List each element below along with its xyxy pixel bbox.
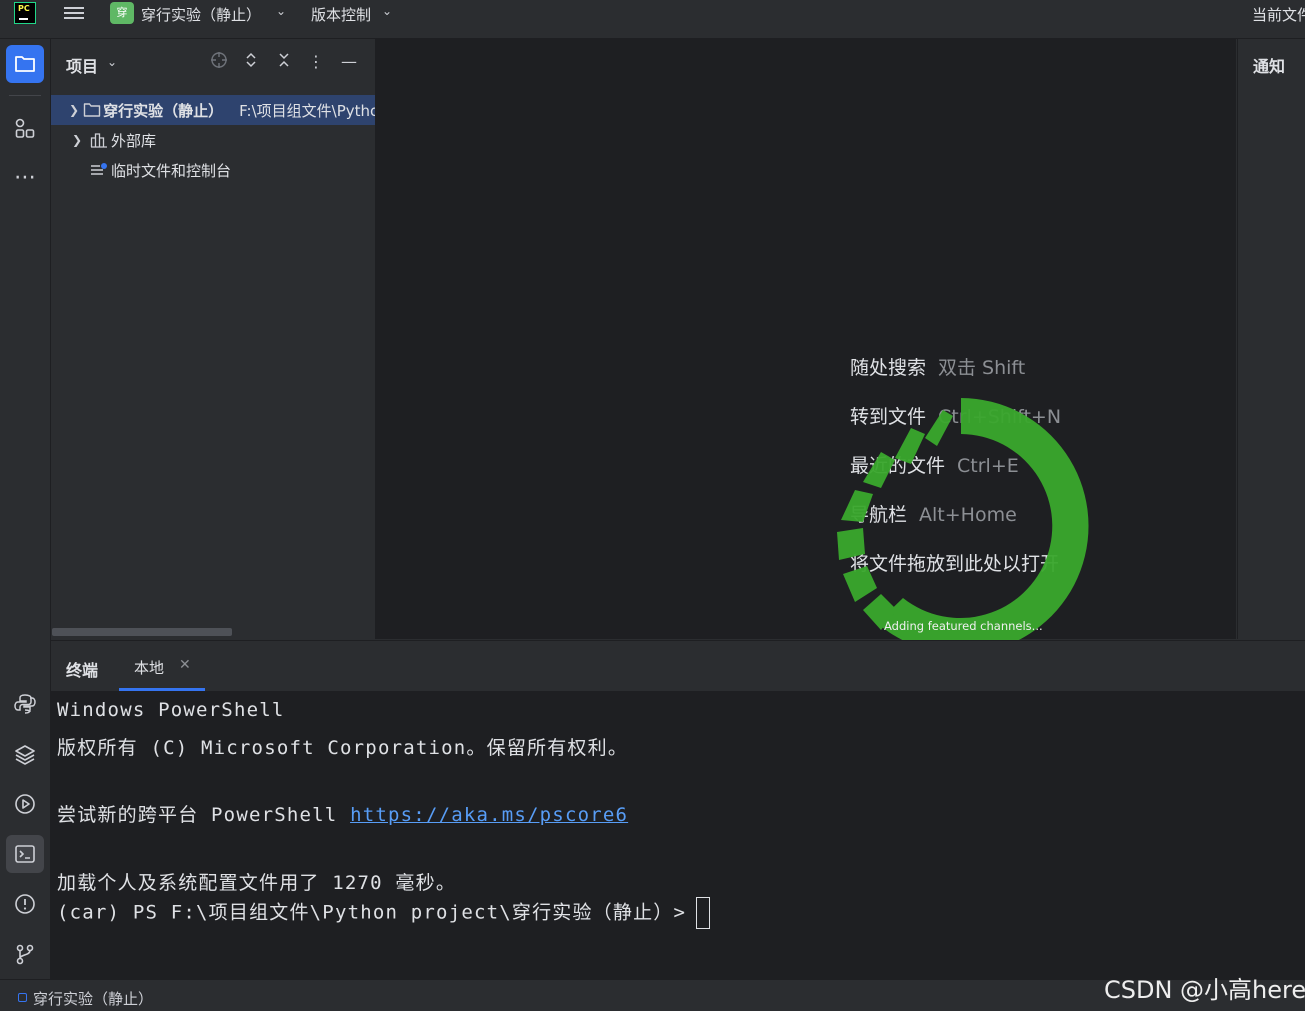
chevron-right-icon[interactable]: ❯ (69, 103, 79, 117)
terminal-cursor[interactable] (696, 897, 711, 929)
terminal-line: 加载个人及系统配置文件用了 1270 毫秒。 (57, 872, 457, 894)
structure-tool-button[interactable] (6, 109, 44, 147)
expand-all-icon[interactable] (240, 51, 262, 73)
loading-spinner-icon (837, 398, 1089, 654)
services-button[interactable] (6, 785, 44, 823)
chevron-down-icon[interactable]: ⌄ (107, 55, 117, 69)
collapse-all-icon[interactable] (273, 51, 295, 73)
options-icon[interactable]: ⋮ (305, 51, 327, 73)
notifications-title[interactable]: 通知 (1253, 53, 1285, 77)
tree-item-path: F:\项目组文件\Python project\穿行实验（静止） (239, 101, 375, 120)
folder-icon (15, 56, 35, 72)
tree-item-label: 外部库 (111, 131, 157, 150)
python-console-button[interactable] (6, 685, 44, 723)
tree-item-label: 穿行实验（静止） (103, 101, 224, 120)
project-tool-button[interactable] (6, 45, 44, 83)
terminal-icon (15, 845, 35, 863)
terminal-output[interactable]: Windows PowerShell 版权所有 (C) Microsoft Co… (51, 691, 1305, 979)
problems-icon (15, 894, 35, 914)
structure-icon (15, 118, 35, 138)
python-icon (14, 694, 36, 714)
terminal-line: 尝试新的跨平台 PowerShell https://aka.ms/pscore… (57, 804, 629, 826)
folder-icon (83, 101, 101, 119)
problems-tool-button[interactable] (6, 885, 44, 923)
loading-status-text: Adding featured channels... (884, 619, 1043, 633)
tree-item-external-libraries[interactable]: ❯ 外部库 (51, 125, 375, 155)
tree-item-project-root[interactable]: ❯ 穿行实验（静止） F:\项目组文件\Python project\穿行实验（… (51, 95, 375, 125)
library-icon (89, 131, 109, 149)
vcs-menu[interactable]: 版本控制 (311, 4, 371, 25)
git-branch-icon (16, 944, 34, 965)
terminal-header: 终端 本地 ✕ (51, 640, 1305, 692)
title-bar: PC 穿 穿行实验（静止） ⌄ 版本控制 ⌄ 当前文件 (0, 0, 1305, 39)
notifications-panel: 通知 (1237, 39, 1305, 639)
layers-icon (15, 745, 35, 765)
chevron-down-icon[interactable]: ⌄ (382, 4, 392, 18)
scratch-icon (89, 161, 109, 179)
tree-item-label: 临时文件和控制台 (111, 161, 232, 180)
watermark: CSDN @小高here (1104, 976, 1305, 1004)
terminal-tab-local[interactable]: 本地 ✕ (119, 641, 205, 691)
tree-item-scratches[interactable]: 临时文件和控制台 (51, 155, 375, 185)
terminal-tool-button[interactable] (6, 835, 44, 873)
project-badge[interactable]: 穿 (110, 2, 134, 24)
powershell-link[interactable]: https://aka.ms/pscore6 (350, 804, 628, 826)
close-icon[interactable]: ✕ (179, 657, 191, 673)
editor-area[interactable]: 随处搜索双击 Shift 转到文件Ctrl+Shift+N 最近的文件Ctrl+… (376, 39, 1236, 639)
terminal-prompt: (car) PS F:\项目组文件\Python project\穿行实验（静止… (57, 901, 687, 924)
hide-panel-icon[interactable]: — (338, 51, 360, 73)
main-menu-icon[interactable] (64, 4, 84, 22)
panel-title[interactable]: 项目 (66, 53, 98, 77)
project-selector[interactable]: 穿行实验（静止） (141, 4, 261, 25)
divider (9, 95, 41, 96)
status-project-breadcrumb[interactable]: 穿行实验（静止） (33, 988, 153, 1009)
terminal-title: 终端 (66, 661, 99, 680)
project-panel: 项目 ⌄ ⋮ — ❯ 穿行实验（静止） F:\项目组文件\Python proj… (51, 39, 376, 639)
module-icon (18, 993, 27, 1002)
chevron-down-icon[interactable]: ⌄ (276, 4, 286, 18)
locate-icon[interactable] (208, 51, 230, 73)
terminal-line: 版权所有 (C) Microsoft Corporation。保留所有权利。 (57, 737, 629, 759)
tab-label[interactable]: 本地 (134, 657, 164, 678)
git-tool-button[interactable] (6, 935, 44, 973)
terminal-line: Windows PowerShell (57, 699, 285, 721)
run-icon (15, 794, 35, 814)
left-tool-strip: ⋯ (0, 39, 51, 979)
python-packages-button[interactable] (6, 735, 44, 773)
horizontal-scrollbar[interactable] (52, 628, 232, 636)
more-tools-icon[interactable]: ⋯ (6, 159, 44, 197)
pycharm-logo-icon[interactable]: PC (14, 2, 36, 24)
terminal-prompt-line[interactable]: (car) PS F:\项目组文件\Python project\穿行实验（静止… (57, 897, 711, 929)
hint-search-everywhere: 随处搜索 双击 Shift (850, 357, 1026, 379)
chevron-right-icon[interactable]: ❯ (69, 133, 85, 147)
run-config-selector[interactable]: 当前文件 (1252, 4, 1305, 25)
